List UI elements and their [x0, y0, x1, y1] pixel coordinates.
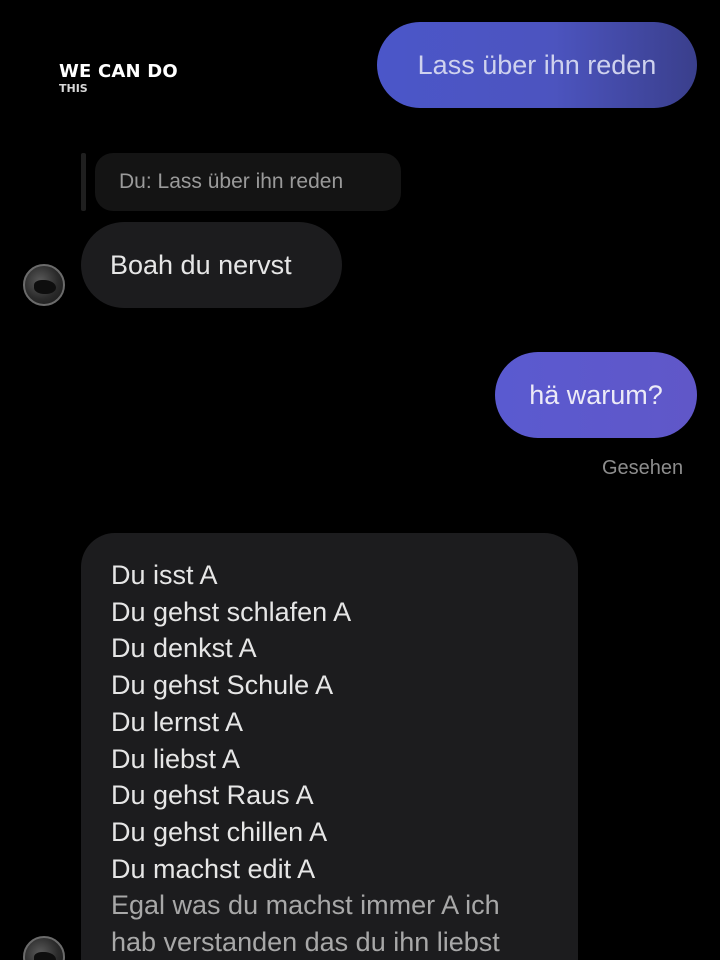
- avatar-image: [34, 280, 56, 294]
- reply-quote-box[interactable]: Du: Lass über ihn reden: [95, 153, 401, 211]
- message-line: Du gehst schlafen A: [111, 596, 352, 627]
- message-line: Du machst edit A: [111, 853, 316, 884]
- incoming-long-message-bubble[interactable]: Du isst A Du gehst schlafen A Du denkst …: [81, 533, 578, 960]
- incoming-message-bubble[interactable]: Boah du nervst: [81, 222, 342, 308]
- message-line: Du gehst Schule A: [111, 670, 334, 701]
- message-line: Egal was du machst immer A ich: [111, 890, 500, 921]
- message-line: Du isst A: [111, 560, 218, 590]
- message-line: Du gehst chillen A: [111, 816, 328, 847]
- reply-quote-bar: [81, 153, 86, 211]
- reply-quote-text: Du: Lass über ihn reden: [119, 170, 344, 193]
- message-line: hab verstanden das du ihn liebst: [111, 927, 500, 958]
- message-line: Du lernst A: [111, 706, 244, 737]
- watermark-logo: WE CAN DO THIS: [59, 62, 178, 96]
- message-line: Du denkst A: [111, 633, 257, 664]
- contact-avatar-icon[interactable]: [23, 936, 65, 960]
- contact-avatar-icon[interactable]: [23, 264, 65, 306]
- chat-screen: WE CAN DO THIS Lass über ihn reden Du: L…: [0, 0, 720, 960]
- message-line: Du gehst Raus A: [111, 780, 314, 811]
- outgoing-message-text: hä warum?: [529, 380, 663, 410]
- watermark-title: WE CAN DO: [59, 61, 178, 82]
- avatar-image: [34, 952, 56, 960]
- outgoing-message-bubble[interactable]: hä warum?: [495, 352, 697, 438]
- outgoing-message-text: Lass über ihn reden: [417, 50, 657, 80]
- watermark-subtitle: THIS: [59, 82, 88, 95]
- incoming-message-text: Boah du nervst: [110, 249, 292, 280]
- outgoing-message-bubble[interactable]: Lass über ihn reden: [377, 22, 697, 108]
- message-line: Du liebst A: [111, 743, 241, 774]
- seen-status: Gesehen: [602, 457, 684, 479]
